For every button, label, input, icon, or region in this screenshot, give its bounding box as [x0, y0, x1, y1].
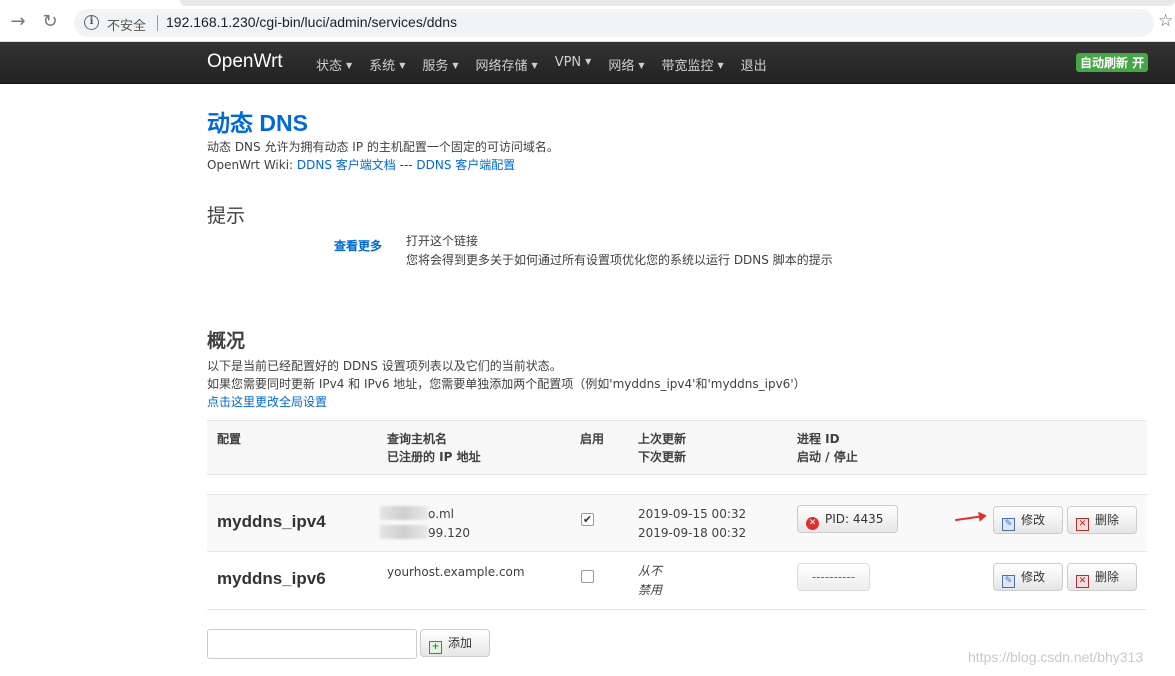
- caret-down-icon: ▼: [531, 61, 538, 70]
- menu-vpn[interactable]: VPN ▼: [555, 55, 592, 74]
- security-label: 不安全: [107, 19, 147, 34]
- brand-logo[interactable]: OpenWrt: [207, 51, 283, 73]
- edit-button[interactable]: ✎ 修改: [993, 563, 1063, 591]
- reload-icon[interactable]: ↻: [40, 12, 60, 32]
- menu-label: 状态: [316, 59, 343, 74]
- header-pid: 进程 ID: [797, 432, 840, 446]
- watermark: https://blog.csdn.net/bhy313: [968, 649, 1144, 665]
- table-header: 配置 查询主机名 已注册的 IP 地址 启用 上次更新 下次更新 进程 ID 启…: [207, 420, 1147, 475]
- page-title: 动态 DNS: [207, 110, 308, 136]
- last-update: 2019-09-15 00:32: [638, 507, 747, 521]
- start-process-button[interactable]: ----------: [797, 563, 870, 591]
- ip-text: 99.120: [428, 526, 470, 540]
- delete-button[interactable]: ✕ 删除: [1067, 563, 1137, 591]
- delete-label: 删除: [1095, 570, 1120, 584]
- address-bar[interactable]: i 不安全 192.168.1.230/cgi-bin/luci/admin/s…: [74, 9, 1154, 37]
- delete-icon: ✕: [1076, 518, 1089, 531]
- menu-network[interactable]: 网络 ▼: [608, 55, 644, 74]
- global-settings-link[interactable]: 点击这里更改全局设置: [207, 393, 327, 410]
- browser-toolbar: → ↻ i 不安全 192.168.1.230/cgi-bin/luci/adm…: [0, 0, 1175, 42]
- caret-down-icon: ▼: [638, 61, 645, 70]
- stop-icon: ✕: [806, 517, 819, 530]
- menu-label: 服务: [422, 59, 449, 74]
- edit-label: 修改: [1021, 570, 1046, 584]
- enabled-checkbox[interactable]: ✔: [581, 513, 594, 526]
- menu-label: 网络: [608, 59, 635, 74]
- menu-label: 退出: [740, 59, 767, 74]
- delete-label: 删除: [1095, 513, 1120, 527]
- lookup-hostname: yourhost.example.com: [387, 565, 525, 579]
- main-menu: 状态 ▼ 系统 ▼ 服务 ▼ 网络存储 ▼ VPN ▼ 网络 ▼ 带宽监控 ▼ 退出: [316, 55, 784, 74]
- info-icon[interactable]: i: [84, 15, 99, 30]
- tab-strip: [180, 0, 1175, 6]
- header-enabled: 启用: [580, 432, 605, 446]
- overview-heading: 概况: [207, 330, 246, 352]
- header-registered-ip: 已注册的 IP 地址: [387, 450, 481, 464]
- next-update: 禁用: [638, 583, 663, 597]
- menu-nas[interactable]: 网络存储 ▼: [476, 55, 538, 74]
- registered-ip: 99.120: [380, 524, 470, 543]
- redaction-blur: [380, 525, 428, 539]
- menu-system[interactable]: 系统 ▼: [369, 55, 405, 74]
- hostname-text: o.ml: [428, 507, 454, 521]
- config-name: myddns_ipv6: [217, 569, 326, 588]
- edit-icon: ✎: [1002, 575, 1015, 588]
- next-update: 2019-09-18 00:32: [638, 526, 747, 540]
- enabled-checkbox[interactable]: [581, 570, 594, 583]
- ddns-docs-link[interactable]: DDNS 客户端文档: [297, 158, 396, 172]
- header-config: 配置: [217, 432, 242, 446]
- last-update: 从不: [638, 564, 663, 578]
- menu-label: 网络存储: [475, 59, 528, 74]
- address-separator: [157, 15, 158, 31]
- caret-down-icon: ▼: [346, 61, 353, 70]
- table-row: myddns_ipv4 o.ml 99.120 ✔ 2019-09-15 00:…: [207, 494, 1147, 552]
- menu-bandwidth[interactable]: 带宽监控 ▼: [661, 55, 723, 74]
- header-start-stop: 启动 / 停止: [797, 450, 858, 464]
- new-config-name-input[interactable]: [207, 629, 417, 659]
- show-more-link[interactable]: 查看更多: [334, 237, 382, 254]
- menu-label: 带宽监控: [661, 59, 714, 74]
- ddns-config-link[interactable]: DDNS 客户端配置: [416, 158, 515, 172]
- table-row: myddns_ipv6 yourhost.example.com 从不 禁用 -…: [207, 552, 1147, 610]
- menu-status[interactable]: 状态 ▼: [316, 55, 352, 74]
- edit-button[interactable]: ✎ 修改: [993, 506, 1063, 534]
- menu-logout[interactable]: 退出: [741, 55, 767, 74]
- menu-label: VPN: [554, 55, 582, 70]
- add-button[interactable]: + 添加: [420, 629, 490, 657]
- bookmark-star-icon[interactable]: ☆: [1158, 11, 1173, 31]
- caret-down-icon: ▼: [399, 61, 406, 70]
- config-name: myddns_ipv4: [217, 512, 326, 531]
- caret-down-icon: ▼: [585, 57, 592, 66]
- delete-icon: ✕: [1076, 575, 1089, 588]
- menu-label: 系统: [369, 59, 396, 74]
- lookup-hostname: o.ml: [380, 505, 454, 524]
- header-last-update: 上次更新: [638, 432, 687, 446]
- overview-line-2: 如果您需要同时更新 IPv4 和 IPv6 地址，您需要单独添加两个配置项（例如…: [207, 377, 806, 391]
- openwrt-navbar: OpenWrt 状态 ▼ 系统 ▼ 服务 ▼ 网络存储 ▼ VPN ▼ 网络 ▼ 带宽监控 ▼…: [0, 42, 1175, 84]
- header-next-update: 下次更新: [638, 450, 687, 464]
- autorefresh-toggle[interactable]: 自动刷新 开: [1076, 53, 1149, 72]
- edit-label: 修改: [1021, 513, 1046, 527]
- delete-button[interactable]: ✕ 删除: [1067, 506, 1137, 534]
- header-hostname: 查询主机名: [387, 432, 448, 446]
- add-label: 添加: [448, 636, 473, 650]
- hints-heading: 提示: [207, 205, 246, 227]
- stop-process-button[interactable]: ✕ PID: 4435: [797, 505, 898, 533]
- hint-line-2: 您将会得到更多关于如何通过所有设置项优化您的系统以运行 DDNS 脚本的提示: [406, 253, 833, 267]
- page-description: 动态 DNS 允许为拥有动态 IP 的主机配置一个固定的可访问域名。: [207, 140, 559, 154]
- hint-line-1: 打开这个链接: [406, 234, 479, 248]
- url-text[interactable]: 192.168.1.230/cgi-bin/luci/admin/service…: [166, 14, 457, 30]
- edit-icon: ✎: [1002, 518, 1015, 531]
- wiki-links: OpenWrt Wiki: DDNS 客户端文档 --- DDNS 客户端配置: [207, 156, 515, 173]
- wiki-prefix: OpenWrt Wiki:: [207, 158, 297, 172]
- wiki-separator: ---: [395, 158, 417, 172]
- caret-down-icon: ▼: [717, 61, 724, 70]
- back-arrow-icon[interactable]: →: [8, 12, 28, 32]
- menu-services[interactable]: 服务 ▼: [422, 55, 458, 74]
- add-icon: +: [429, 641, 442, 654]
- caret-down-icon: ▼: [452, 61, 459, 70]
- redaction-blur: [380, 506, 428, 520]
- overview-line-1: 以下是当前已经配置好的 DDNS 设置项列表以及它们的当前状态。: [207, 359, 562, 373]
- pid-label: PID: 4435: [825, 512, 884, 526]
